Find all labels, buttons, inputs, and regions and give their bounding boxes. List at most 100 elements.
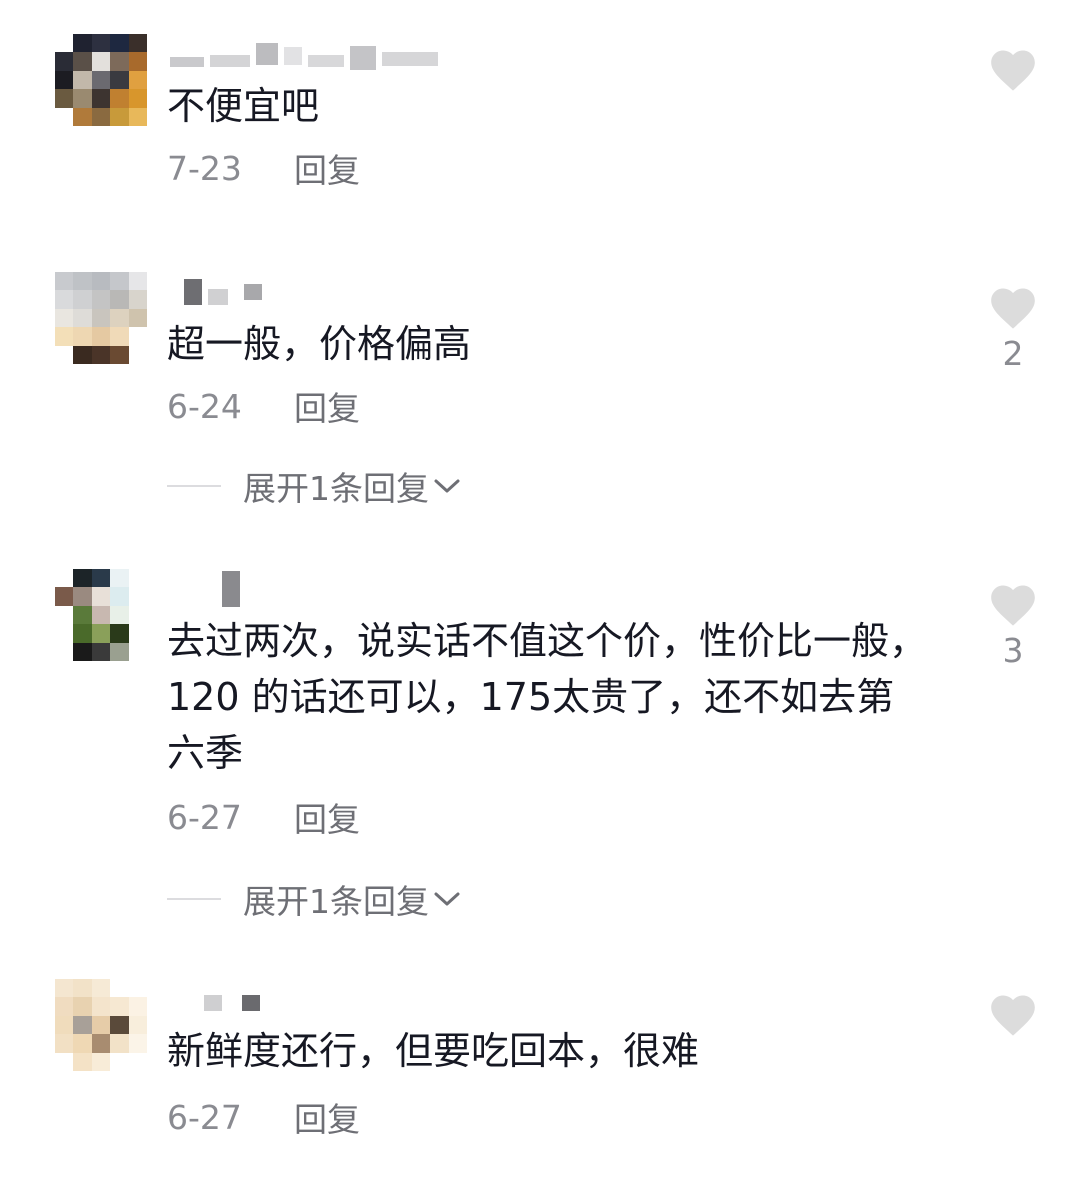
avatar-pixel [91,587,111,606]
avatar-pixel [91,107,111,126]
avatar-pixel [55,34,74,53]
avatar-pixel [128,70,147,90]
heart-icon [991,995,1035,1036]
avatar-pixel [110,1015,129,1035]
avatar-pixel [73,1052,92,1071]
avatar[interactable] [55,979,147,1071]
comment-date: 7-23 [167,148,242,188]
avatar-pixel [55,345,74,364]
avatar[interactable] [55,34,147,126]
avatar-pixel [55,624,74,643]
avatar-pixel [128,1052,147,1071]
username[interactable] [170,979,260,1019]
avatar-pixel [91,70,111,90]
avatar-pixel [73,979,92,998]
avatar-pixel [73,290,92,309]
like-button[interactable] [986,44,1040,96]
avatar-pixel [55,272,74,291]
avatar-pixel [73,642,92,661]
avatar-pixel [91,327,111,346]
avatar-pixel [110,642,129,661]
comment-meta: 6-27 回复 [167,1097,360,1140]
expand-replies-label: 展开1条回复 [243,882,429,921]
avatar-pixel [110,605,129,625]
avatar-pixel [73,34,92,53]
avatar-pixel [110,587,129,606]
avatar-pixel [128,605,147,625]
username[interactable] [170,272,262,312]
username[interactable] [170,34,438,74]
username[interactable] [170,569,240,609]
like-button[interactable]: 2 [986,282,1040,374]
avatar-pixel [110,107,129,126]
comment-meta: 7-23 回复 [167,148,360,191]
avatar-pixel [128,107,147,126]
avatar-pixel [91,345,111,364]
avatar-pixel [128,587,147,606]
avatar-pixel [110,290,129,309]
avatar-pixel [73,70,92,90]
chevron-down-icon [434,479,460,493]
avatar-pixel [55,1052,74,1071]
avatar-pixel [110,70,129,90]
avatar-pixel [128,34,147,53]
avatar-pixel [110,272,129,291]
avatar-pixel [91,569,111,588]
avatar-pixel [128,272,147,291]
avatar-pixel [55,70,74,90]
comment-text: 去过两次，说实话不值这个价，性价比一般，120 的话还可以，175太贵了，还不如… [167,619,928,775]
avatar-pixel [91,272,111,291]
heart-icon [991,585,1035,626]
expand-replies-button[interactable]: 展开1条回复 [167,466,461,508]
avatar-pixel [110,1034,129,1053]
avatar-pixel [110,1052,129,1071]
reply-button[interactable]: 回复 [294,793,360,841]
avatar-pixel [128,624,147,643]
heart-icon [991,288,1035,329]
avatar-pixel [73,997,92,1016]
avatar-pixel [91,997,111,1016]
comment-date: 6-27 [167,1097,242,1137]
comment-date: 6-24 [167,386,242,426]
chevron-down-icon [434,892,460,906]
avatar-pixel [91,1052,111,1071]
avatar-pixel [73,1015,92,1035]
like-button[interactable]: 3 [986,579,1040,671]
avatar-pixel [55,1015,74,1035]
avatar-pixel [55,107,74,126]
avatar-pixel [110,308,129,328]
avatar-pixel [55,327,74,346]
avatar-pixel [128,308,147,328]
avatar-pixel [128,569,147,588]
avatar-pixel [73,308,92,328]
avatar-pixel [91,52,111,71]
avatar-pixel [110,89,129,108]
avatar-pixel [110,624,129,643]
avatar-pixel [55,89,74,108]
avatar-pixel [73,1034,92,1053]
avatar-pixel [55,290,74,309]
avatar-pixel [128,345,147,364]
avatar-pixel [91,979,111,998]
avatar-pixel [55,979,74,998]
reply-button[interactable]: 回复 [294,144,360,192]
avatar-pixel [91,1015,111,1035]
avatar-pixel [73,272,92,291]
avatar-pixel [73,327,92,346]
reply-button[interactable]: 回复 [294,382,360,430]
comment-text: 新鲜度还行，但要吃回本，很难 [167,1029,700,1073]
avatar[interactable] [55,272,147,364]
like-button[interactable] [986,989,1040,1041]
avatar-pixel [110,52,129,71]
reply-button[interactable]: 回复 [294,1093,360,1141]
avatar-pixel [128,290,147,309]
avatar[interactable] [55,569,147,661]
avatar-pixel [55,587,74,606]
avatar-pixel [110,569,129,588]
avatar-pixel [91,308,111,328]
avatar-pixel [110,345,129,364]
comment-text: 超一般，价格偏高 [167,322,472,366]
avatar-pixel [91,89,111,108]
avatar-pixel [128,1015,147,1035]
expand-replies-button[interactable]: 展开1条回复 [167,879,461,921]
